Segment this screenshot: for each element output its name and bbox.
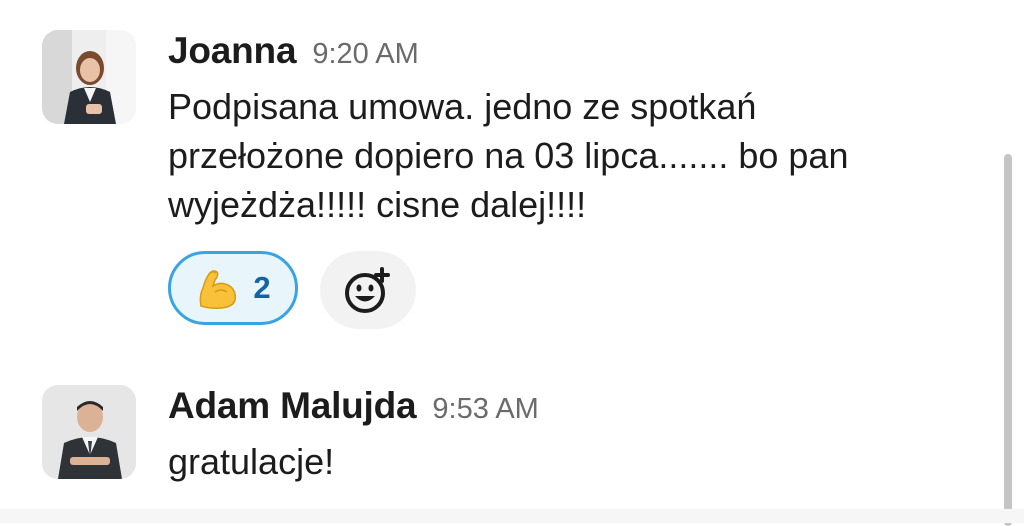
avatar-joanna[interactable] xyxy=(42,30,136,124)
add-reaction-button[interactable] xyxy=(320,251,416,329)
reaction-flexed-biceps[interactable]: 2 xyxy=(168,251,298,325)
scrollbar[interactable] xyxy=(1004,154,1012,526)
message-item: Adam Malujda 9:53 AM gratulacje! xyxy=(0,385,1000,505)
author-name[interactable]: Joanna xyxy=(168,30,297,72)
author-name[interactable]: Adam Malujda xyxy=(168,385,417,427)
flexed-biceps-icon xyxy=(199,270,237,310)
timestamp[interactable]: 9:20 AM xyxy=(312,38,418,71)
message-header: Adam Malujda 9:53 AM xyxy=(168,385,968,437)
avatar-image xyxy=(42,30,136,124)
reaction-count: 2 xyxy=(253,270,271,305)
avatar-image xyxy=(42,385,136,479)
timestamp[interactable]: 9:53 AM xyxy=(432,393,538,426)
message-text: Podpisana umowa. jedno ze spotkań przeło… xyxy=(168,86,849,225)
bottom-divider xyxy=(0,509,1024,523)
reactions-bar: 2 xyxy=(168,251,968,329)
add-emoji-icon xyxy=(345,267,390,313)
message-text: gratulacje! xyxy=(168,441,335,482)
message-header: Joanna 9:20 AM xyxy=(168,30,968,82)
message-item: Joanna 9:20 AM Podpisana umowa. jedno ze… xyxy=(0,30,1000,360)
avatar-adam-malujda[interactable] xyxy=(42,385,136,479)
